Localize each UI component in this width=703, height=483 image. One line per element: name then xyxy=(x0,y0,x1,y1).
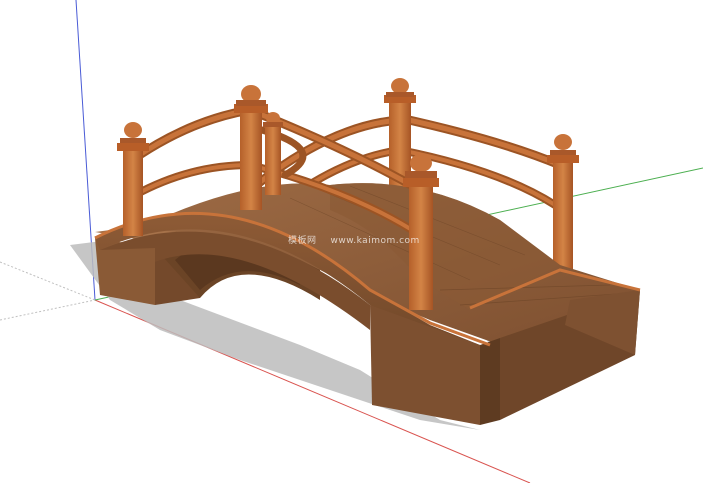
near-post-small xyxy=(263,112,283,195)
3d-viewport[interactable]: 模板网 www.kaimom.com xyxy=(0,0,703,483)
grey-axis-dotted xyxy=(0,261,96,301)
model-canvas[interactable] xyxy=(0,0,703,483)
grey-axis-dotted-2 xyxy=(0,299,96,321)
